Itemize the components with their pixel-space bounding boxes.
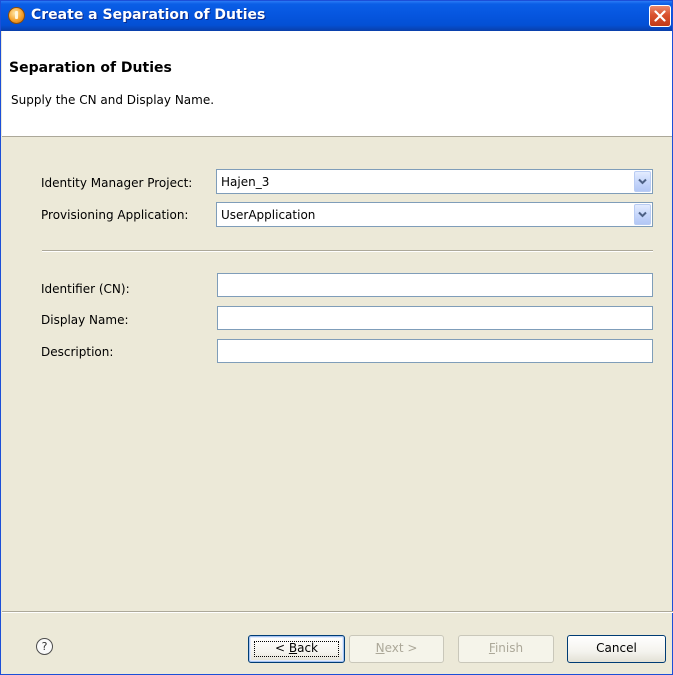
back-label-rest: ack xyxy=(297,641,318,655)
cancel-button[interactable]: Cancel xyxy=(567,635,666,663)
next-button[interactable]: Next > xyxy=(349,635,444,663)
next-mnemonic: N xyxy=(375,641,385,655)
application-label: Provisioning Application: xyxy=(41,208,189,222)
display-name-label: Display Name: xyxy=(41,313,129,327)
footer-separator xyxy=(2,611,673,613)
back-mnemonic: B xyxy=(288,641,298,655)
chevron-down-icon xyxy=(638,178,647,185)
application-select[interactable]: UserApplication xyxy=(216,202,653,227)
page-subtitle: Supply the CN and Display Name. xyxy=(11,93,215,107)
back-button[interactable]: < Back xyxy=(248,635,345,663)
description-input[interactable] xyxy=(217,339,653,363)
identifier-label: Identifier (CN): xyxy=(41,282,130,296)
page-title: Separation of Duties xyxy=(9,60,172,76)
close-icon xyxy=(654,10,666,22)
project-dropdown-button[interactable] xyxy=(634,171,651,192)
display-name-input[interactable] xyxy=(217,306,653,330)
close-button[interactable] xyxy=(649,5,671,27)
description-label: Description: xyxy=(41,345,114,359)
chevron-down-icon xyxy=(638,211,647,218)
finish-button[interactable]: Finish xyxy=(458,635,554,663)
application-dropdown-button[interactable] xyxy=(634,204,651,225)
window-title: Create a Separation of Duties xyxy=(31,7,266,23)
next-label-rest: ext > xyxy=(384,641,418,655)
project-select[interactable]: Hajen_3 xyxy=(216,169,653,194)
identifier-input[interactable] xyxy=(217,273,653,297)
form-separator xyxy=(42,250,653,252)
application-select-value: UserApplication xyxy=(221,208,316,222)
app-icon xyxy=(8,7,25,24)
project-label: Identity Manager Project: xyxy=(41,176,193,190)
help-icon[interactable]: ? xyxy=(36,638,53,655)
back-label-prefix: < xyxy=(274,641,289,655)
dialog-window: Create a Separation of Duties Separation… xyxy=(0,0,673,675)
wizard-header: Separation of Duties Supply the CN and D… xyxy=(2,31,672,137)
project-select-value: Hajen_3 xyxy=(221,175,270,189)
title-bar[interactable]: Create a Separation of Duties xyxy=(1,1,672,31)
finish-label-rest: inish xyxy=(494,641,524,655)
